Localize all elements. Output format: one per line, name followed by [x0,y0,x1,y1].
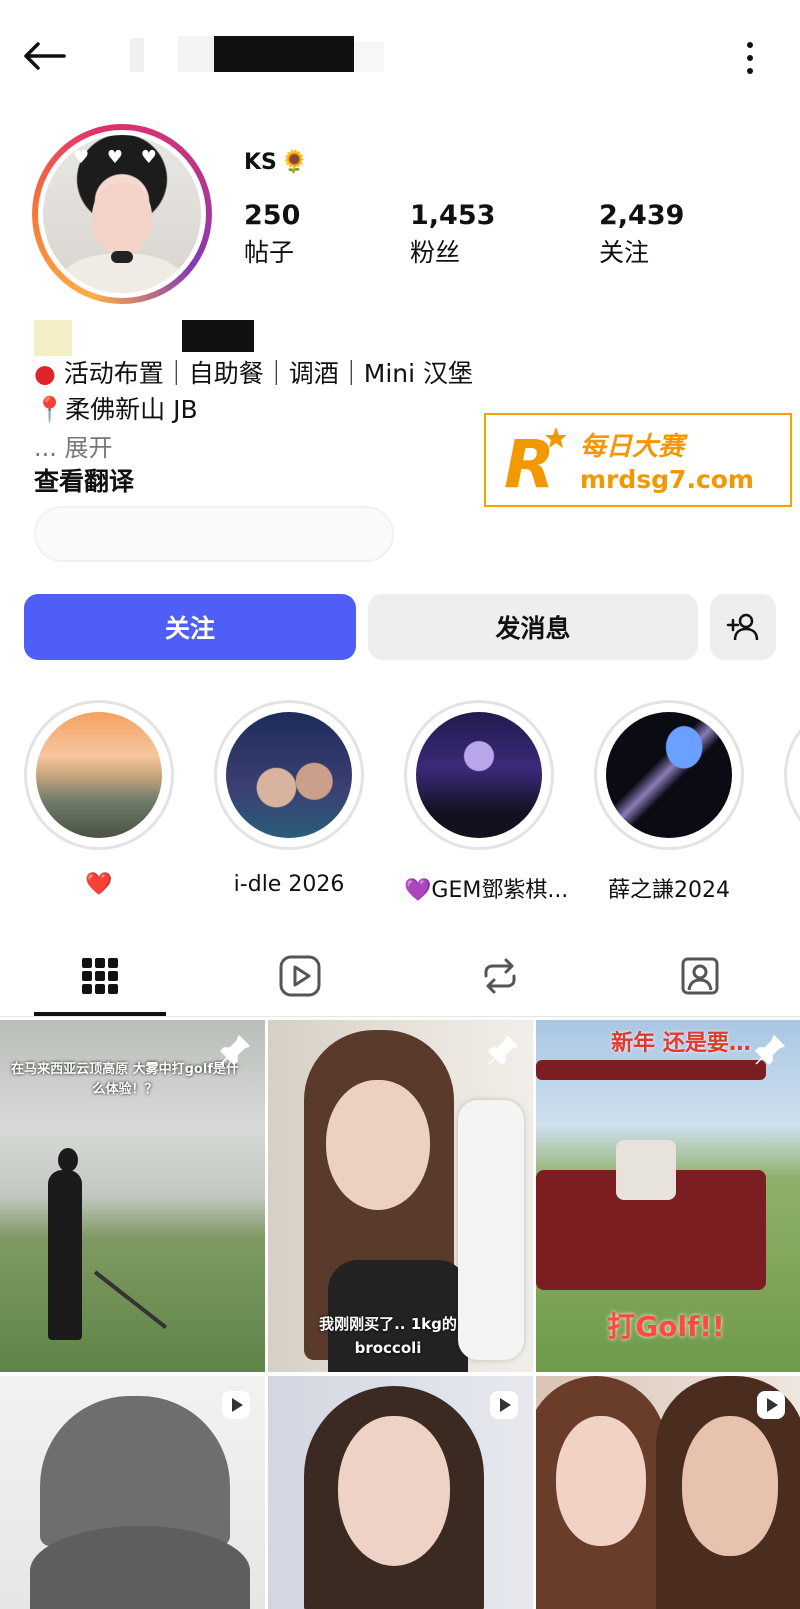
highlight-label: ❤️ [85,872,113,897]
post-caption: 在马来西亚云顶高原 大雾中打golf是什么体验！？ [11,1062,239,1097]
message-button[interactable]: 发消息 [368,594,698,660]
username-redacted [130,36,390,74]
watermark-badge: R 每日大赛 mrdsg7.com [484,413,792,507]
pin-icon [220,1035,250,1065]
highlight-cover [226,712,352,838]
reel-icon [490,1391,518,1419]
bio-expand-link[interactable]: ... 展开 [34,428,113,463]
reels-icon [279,955,321,997]
tab-reposts[interactable] [400,936,600,1016]
tab-grid[interactable] [0,936,200,1016]
highlight-item-partial[interactable] [784,700,800,850]
highlight-cover [606,712,732,838]
suggest-users-button[interactable] [710,594,776,660]
tab-tagged[interactable] [600,936,800,1016]
profile-link-pill[interactable] [34,506,394,562]
repost-icon [484,958,516,994]
person-add-icon [726,613,759,641]
bio-location: 📍柔佛新山 JB [34,395,198,424]
arrow-left-icon [24,42,66,70]
tagged-icon [681,957,719,995]
post-tile[interactable]: 新年 还是要… 打Golf!! [536,1020,800,1372]
highlight-cover [36,712,162,838]
highlight-label: i-dle 2026 [233,872,345,897]
profile-name: KS 🌻 [244,150,309,175]
post-caption: 我刚刚买了.. 1kg的broccoli [319,1315,457,1357]
post-tile[interactable] [536,1376,800,1609]
highlight-item[interactable]: 薛之謙2024 [594,700,744,904]
stat-followers[interactable]: 1,453 粉丝 [410,200,495,269]
highlight-item[interactable]: i-dle 2026 [214,700,364,897]
back-button[interactable] [20,34,76,78]
watermark-logo: R [504,425,567,503]
post-caption: 打Golf!! [607,1310,725,1343]
tabs-divider [0,1016,800,1017]
highlight-cover [416,712,542,838]
post-tile[interactable]: 在马来西亚云顶高原 大雾中打golf是什么体验！？ [0,1020,265,1372]
highlight-item[interactable]: ❤️ [24,700,174,897]
avatar-image: ♥ ♥ ♥ [43,135,201,293]
highlight-label: 薛之謙2024 [608,878,730,903]
profile-avatar[interactable]: ♥ ♥ ♥ [32,124,212,304]
post-tile[interactable] [0,1376,265,1609]
stat-posts[interactable]: 250 帖子 [244,200,300,269]
bio-name-redacted [34,320,294,356]
stat-following[interactable]: 2,439 关注 [599,200,684,269]
more-options-button[interactable] [736,38,764,78]
more-vertical-icon [747,42,753,48]
post-caption: 新年 还是要… [611,1031,751,1056]
pin-icon [755,1035,785,1065]
post-tile[interactable] [268,1376,533,1609]
sunflower-emoji: 🌻 [280,150,309,175]
see-translation-link[interactable]: 查看翻译 [34,462,134,498]
pin-icon [488,1035,518,1065]
highlight-item[interactable]: 💜GEM鄧紫棋... [404,700,569,904]
follow-button[interactable]: 关注 [24,594,356,660]
tab-reels[interactable] [200,936,400,1016]
profile-tabs [0,936,800,1016]
highlight-label: 💜GEM鄧紫棋... [404,878,569,903]
bio-line: ● 活动布置｜自助餐｜调酒｜Mini 汉堡 [34,359,474,388]
grid-icon [82,958,118,994]
reel-icon [757,1391,785,1419]
reel-icon [222,1391,250,1419]
post-tile[interactable]: 我刚刚买了.. 1kg的broccoli [268,1020,533,1372]
